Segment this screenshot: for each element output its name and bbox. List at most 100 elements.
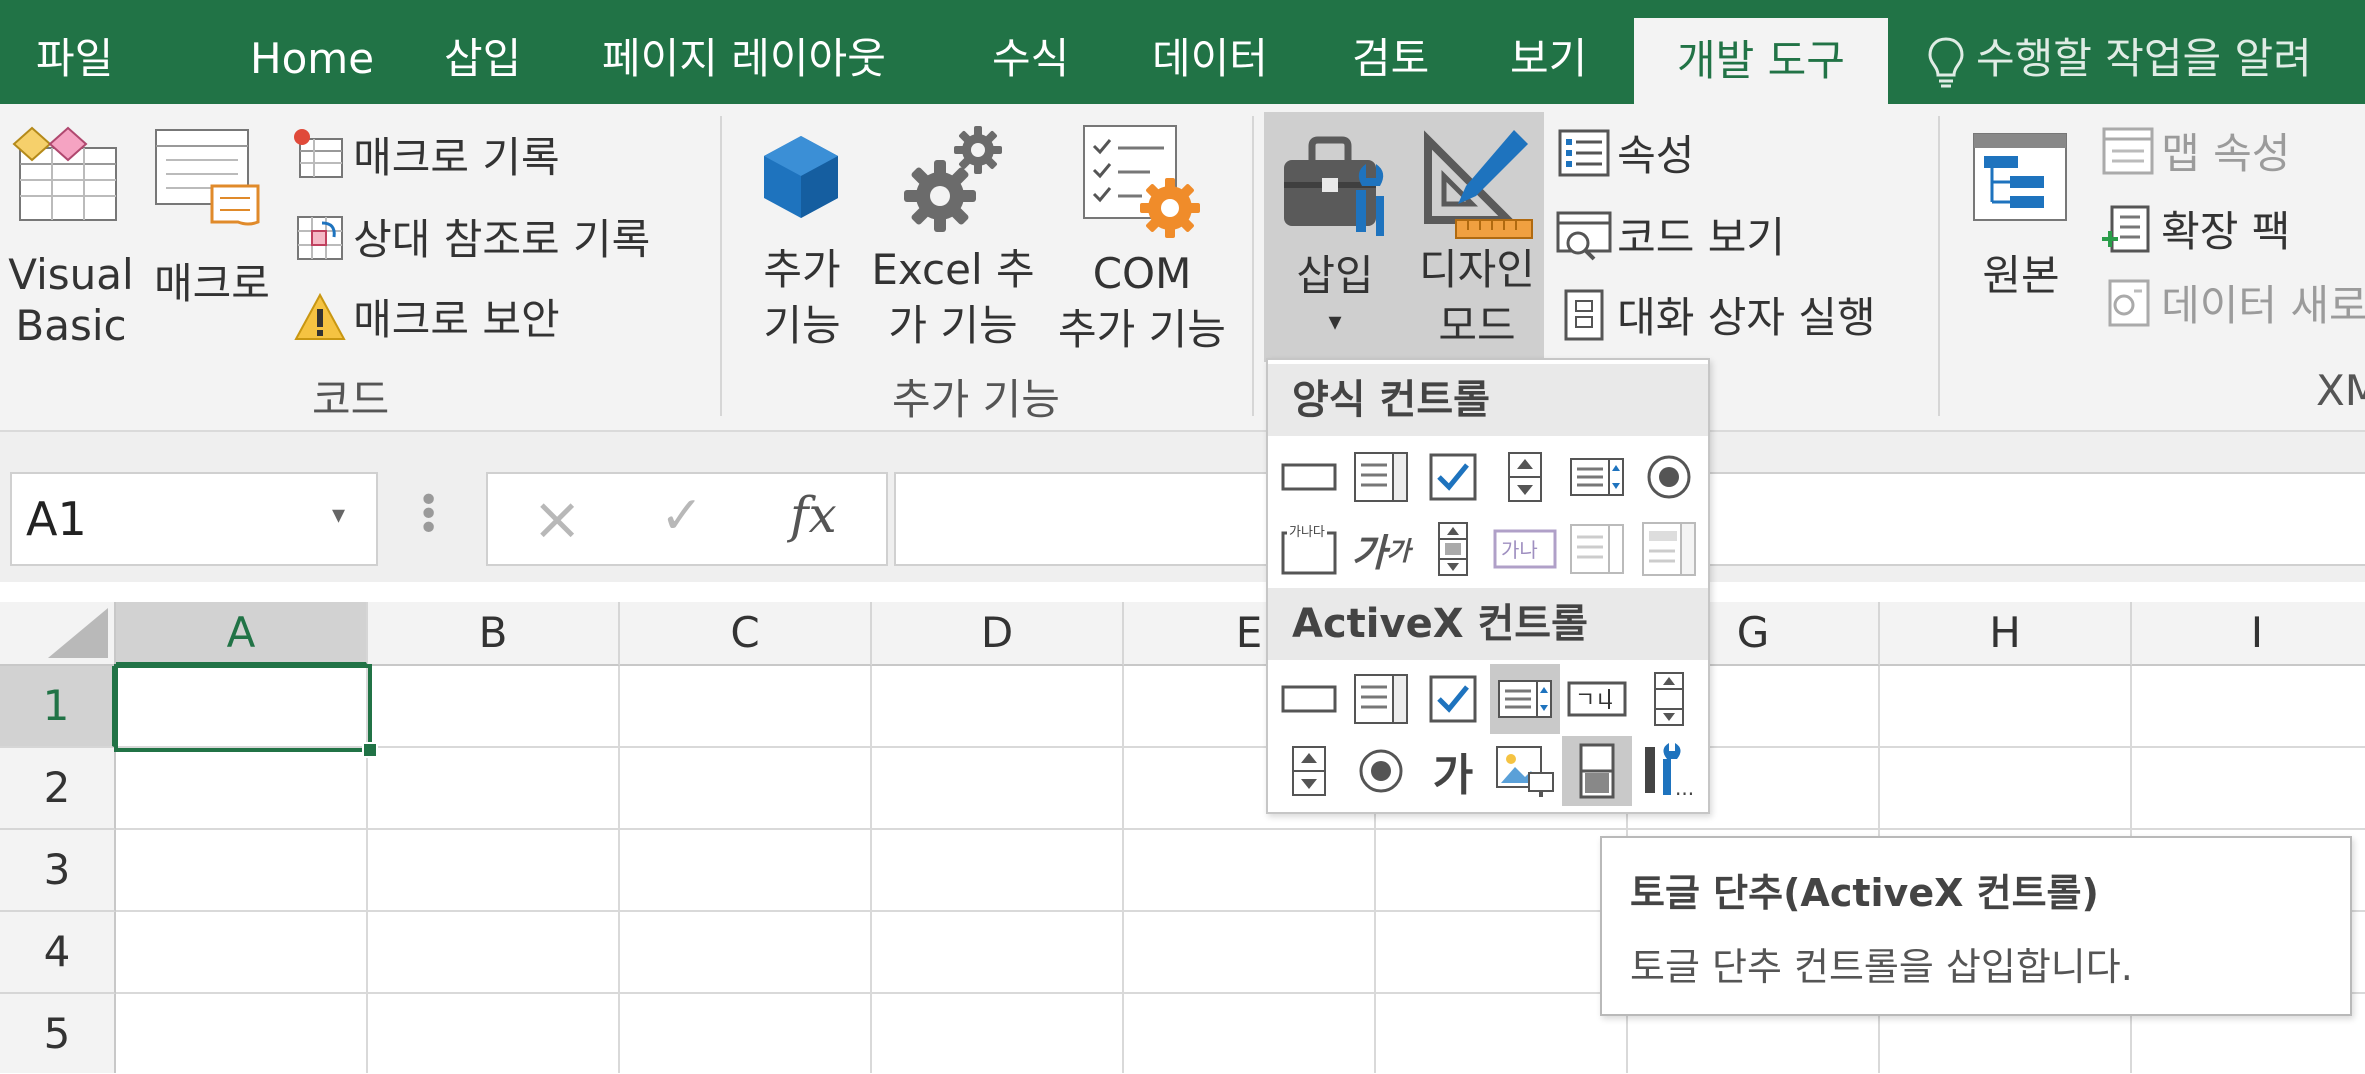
cancel-icon[interactable]: ×: [532, 484, 582, 554]
record-macro-button[interactable]: 매크로 기록: [292, 124, 560, 182]
enter-icon[interactable]: ✓: [660, 486, 704, 546]
form-button-text-icon[interactable]: 가나: [1490, 514, 1560, 584]
record-macro-label: 매크로 기록: [353, 133, 560, 182]
form-checkbox-icon[interactable]: [1418, 442, 1488, 512]
column-header[interactable]: B: [368, 602, 620, 666]
com-addins-button[interactable]: COM 추가 기능: [1044, 246, 1240, 358]
tooltip-title: 토글 단추(ActiveX 컨트롤): [1630, 871, 2099, 915]
column-header[interactable]: H: [1880, 602, 2132, 666]
tab-page-layout[interactable]: 페이지 레이아웃: [602, 0, 886, 104]
tell-me-box[interactable]: 수행할 작업을 알려: [1926, 0, 2312, 104]
activex-spinner-icon[interactable]: [1274, 736, 1344, 806]
macro-security-button[interactable]: 매크로 보안: [292, 286, 560, 344]
gridline: [870, 666, 872, 1073]
refresh-data-button[interactable]: 데이터 새로: [2100, 272, 2365, 332]
chevron-down-icon[interactable]: ▾: [332, 500, 345, 530]
tab-data[interactable]: 데이터: [1152, 0, 1268, 104]
tab-formulas[interactable]: 수식: [992, 0, 1069, 104]
form-scrollbar-icon[interactable]: [1418, 514, 1488, 584]
label-glyph-small: 가: [1386, 536, 1411, 567]
row-header[interactable]: 2: [0, 748, 116, 830]
com-addins-label-2: 추가 기능: [1058, 305, 1226, 354]
tell-me-text: 수행할 작업을 알려: [1976, 34, 2312, 83]
column-header[interactable]: D: [872, 602, 1124, 666]
fill-handle[interactable]: [362, 742, 378, 758]
addins-label-2: 기능: [763, 301, 841, 350]
form-combobox-icon[interactable]: [1346, 442, 1416, 512]
gridline: [116, 828, 2365, 830]
activex-checkbox-icon[interactable]: [1418, 664, 1488, 734]
more-handle-icon[interactable]: • • •: [418, 483, 439, 547]
expansion-packs-label: 확장 팩: [2161, 207, 2291, 256]
tooltip: 토글 단추(ActiveX 컨트롤) 토글 단추 컨트롤을 삽입합니다.: [1600, 836, 2352, 1016]
activex-image-icon[interactable]: [1490, 736, 1560, 806]
map-properties-label: 맵 속성: [2161, 129, 2291, 178]
column-header[interactable]: A: [116, 602, 368, 666]
insert-controls-button[interactable]: 삽입 ▾: [1270, 242, 1400, 337]
form-groupbox-icon[interactable]: 가나다: [1274, 514, 1344, 584]
fx-icon[interactable]: fx: [790, 486, 837, 544]
run-dialog-icon: [1564, 289, 1604, 340]
macros-button[interactable]: 매크로: [144, 250, 280, 311]
label-glyph: 가: [1351, 530, 1387, 575]
map-properties-icon: [2102, 127, 2154, 174]
more-glyph: ...: [1675, 776, 1694, 799]
tab-view[interactable]: 보기: [1510, 0, 1587, 104]
activex-controls-header: ActiveX 컨트롤: [1268, 588, 1708, 660]
addins-label-1: 추가: [763, 245, 841, 294]
tab-developer[interactable]: 개발 도구: [1634, 18, 1888, 104]
addins-button[interactable]: 추가 기능: [740, 242, 864, 354]
warning-icon: [294, 292, 346, 340]
selected-cell-a1[interactable]: [114, 664, 372, 752]
com-addins-label-1: COM: [1092, 249, 1192, 298]
row-header[interactable]: 3: [0, 830, 116, 912]
design-mode-button[interactable]: 디자인 모드: [1404, 242, 1550, 354]
tab-file[interactable]: 파일: [36, 0, 113, 104]
insert-controls-icon: [1276, 126, 1394, 250]
row-header[interactable]: 4: [0, 912, 116, 994]
visual-basic-label-1: Visual: [8, 250, 134, 299]
excel-addins-button[interactable]: Excel 추 가 기능: [868, 242, 1038, 354]
visual-basic-button[interactable]: Visual Basic: [6, 250, 136, 350]
form-combo-dropdown-icon[interactable]: [1634, 514, 1704, 584]
tab-review[interactable]: 검토: [1352, 0, 1429, 104]
tab-insert[interactable]: 삽입: [444, 0, 521, 104]
form-label-icon[interactable]: 가가: [1346, 514, 1416, 584]
relative-refs-button[interactable]: 상대 참조로 기록: [292, 206, 651, 264]
expansion-packs-button[interactable]: 확장 팩: [2100, 198, 2290, 258]
form-option-button-icon[interactable]: [1634, 442, 1704, 512]
design-mode-label-1: 디자인: [1419, 245, 1535, 294]
activex-scrollbar-icon[interactable]: [1634, 664, 1704, 734]
more-controls-icon[interactable]: ...: [1634, 736, 1704, 806]
form-listbox-icon[interactable]: [1562, 442, 1632, 512]
view-code-icon: [1556, 211, 1612, 260]
run-dialog-button[interactable]: 대화 상자 실행: [1556, 284, 1876, 344]
form-spinner-icon[interactable]: [1490, 442, 1560, 512]
properties-button[interactable]: 속성: [1556, 122, 1694, 182]
relative-refs-label: 상대 참조로 기록: [353, 215, 651, 264]
row-header[interactable]: 1: [0, 666, 116, 748]
activex-option-button-icon[interactable]: [1346, 736, 1416, 806]
activex-command-button-icon[interactable]: [1274, 664, 1344, 734]
name-box[interactable]: A1 ▾: [10, 472, 378, 566]
form-button-icon[interactable]: [1274, 442, 1344, 512]
macros-icon: [152, 126, 270, 234]
activex-textbox-icon[interactable]: ㄱㄴ: [1562, 664, 1632, 734]
com-addins-icon: [1080, 120, 1204, 244]
view-code-button[interactable]: 코드 보기: [1556, 204, 1785, 264]
activex-toggle-button-icon[interactable]: [1562, 736, 1632, 806]
activex-combobox-icon[interactable]: [1346, 664, 1416, 734]
activex-listbox-icon[interactable]: [1490, 664, 1560, 734]
column-header[interactable]: C: [620, 602, 872, 666]
map-properties-button[interactable]: 맵 속성: [2100, 120, 2290, 180]
tooltip-description: 토글 단추 컨트롤을 삽입합니다.: [1630, 945, 2133, 989]
row-header[interactable]: 5: [0, 994, 116, 1073]
tab-home[interactable]: Home: [250, 0, 374, 104]
activex-label-icon[interactable]: 가: [1418, 736, 1488, 806]
expansion-packs-icon: [2102, 205, 2150, 252]
xml-source-button[interactable]: 원본: [1964, 242, 2078, 303]
record-macro-icon: [294, 128, 343, 178]
column-header[interactable]: I: [2132, 602, 2365, 666]
select-all-corner[interactable]: [0, 602, 116, 666]
form-combo-list-icon[interactable]: [1562, 514, 1632, 584]
